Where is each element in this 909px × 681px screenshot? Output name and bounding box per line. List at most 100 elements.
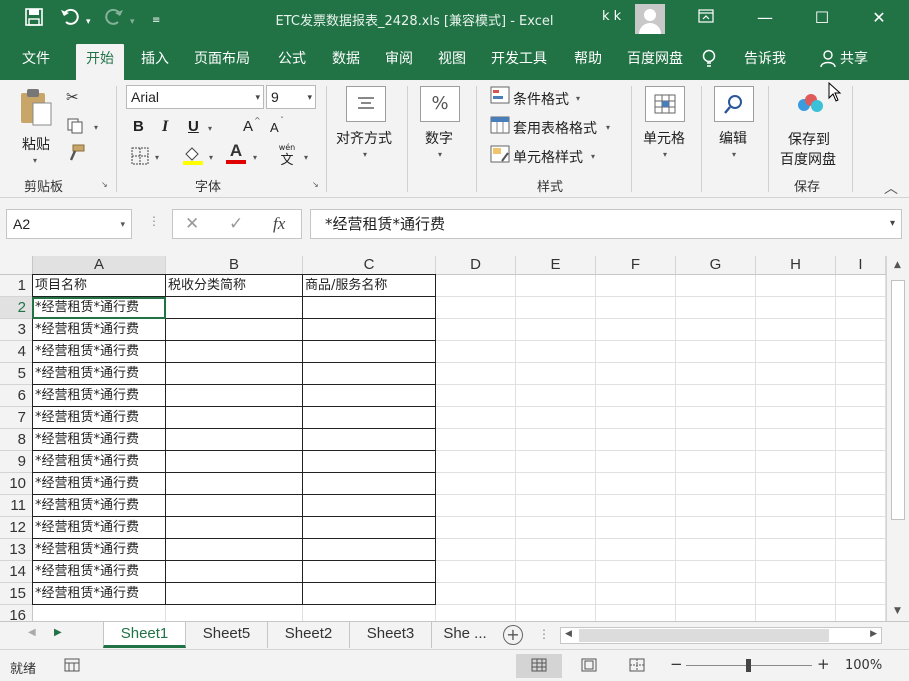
- cell[interactable]: [756, 539, 836, 561]
- cell[interactable]: [836, 297, 886, 319]
- cell[interactable]: [836, 275, 886, 297]
- shrink-font-button[interactable]: A: [270, 120, 279, 135]
- cell[interactable]: [436, 429, 516, 451]
- cell[interactable]: [516, 495, 596, 517]
- cell[interactable]: [836, 385, 886, 407]
- cell[interactable]: [676, 275, 756, 297]
- cell[interactable]: [303, 363, 436, 385]
- cell[interactable]: [303, 473, 436, 495]
- column-header-g[interactable]: G: [676, 256, 756, 275]
- user-name[interactable]: k k: [602, 9, 621, 24]
- tab-page-layout[interactable]: 页面布局: [184, 38, 260, 80]
- row-header[interactable]: 7: [0, 407, 33, 429]
- cell[interactable]: [756, 473, 836, 495]
- cell[interactable]: [756, 451, 836, 473]
- alignment-button[interactable]: 对齐方式: [336, 128, 392, 148]
- cell[interactable]: [516, 517, 596, 539]
- cell[interactable]: [756, 275, 836, 297]
- cell[interactable]: [166, 297, 303, 319]
- cell[interactable]: [836, 319, 886, 341]
- sheet-tab-sheet3[interactable]: Sheet3: [350, 622, 432, 648]
- cell[interactable]: [676, 297, 756, 319]
- phonetic-guide-button[interactable]: wén 文: [278, 143, 296, 168]
- cell[interactable]: [166, 495, 303, 517]
- cell[interactable]: [166, 561, 303, 583]
- table-cell[interactable]: *经营租赁*通行费: [32, 407, 166, 429]
- insert-function-button[interactable]: fx: [273, 214, 285, 234]
- formula-bar-handle-icon[interactable]: ⋮: [148, 214, 160, 228]
- tab-help[interactable]: 帮助: [564, 38, 612, 80]
- person-icon[interactable]: [820, 38, 836, 80]
- scroll-left-icon[interactable]: ◀: [565, 629, 572, 639]
- scroll-right-icon[interactable]: ▶: [870, 629, 877, 639]
- cell[interactable]: [836, 583, 886, 605]
- table-cell[interactable]: *经营租赁*通行费: [32, 385, 166, 407]
- row-header[interactable]: 11: [0, 495, 33, 517]
- cell[interactable]: [596, 495, 676, 517]
- format-as-table-dropdown-icon[interactable]: ▾: [606, 123, 610, 132]
- cell[interactable]: [756, 517, 836, 539]
- row-header[interactable]: 8: [0, 429, 33, 451]
- font-color-dropdown-icon[interactable]: ▾: [253, 153, 257, 162]
- cell[interactable]: [836, 517, 886, 539]
- cell[interactable]: [303, 297, 436, 319]
- cell[interactable]: [436, 275, 516, 297]
- tab-review[interactable]: 审阅: [375, 38, 423, 80]
- tab-formulas[interactable]: 公式: [268, 38, 316, 80]
- cell[interactable]: [303, 429, 436, 451]
- table-cell[interactable]: *经营租赁*通行费: [32, 341, 166, 363]
- font-name-select[interactable]: Arial ▾: [126, 85, 264, 109]
- cell[interactable]: [596, 517, 676, 539]
- vertical-scroll-thumb[interactable]: [891, 280, 905, 520]
- row-header[interactable]: 5: [0, 363, 33, 385]
- cell[interactable]: [596, 297, 676, 319]
- bold-button[interactable]: B: [133, 118, 144, 135]
- prev-sheet-icon[interactable]: ◀: [28, 627, 36, 638]
- column-header-c[interactable]: C: [303, 256, 436, 275]
- tab-file[interactable]: 文件: [12, 38, 60, 80]
- cell[interactable]: [436, 407, 516, 429]
- cell[interactable]: [166, 451, 303, 473]
- table-cell[interactable]: *经营租赁*通行费: [32, 451, 166, 473]
- fill-color-dropdown-icon[interactable]: ▾: [209, 153, 213, 162]
- editing-button[interactable]: 编辑: [719, 128, 747, 148]
- table-cell[interactable]: *经营租赁*通行费: [32, 429, 166, 451]
- italic-button[interactable]: I: [162, 118, 168, 136]
- cell[interactable]: [676, 319, 756, 341]
- underline-dropdown-icon[interactable]: ▾: [208, 124, 212, 133]
- cell[interactable]: [516, 407, 596, 429]
- column-header-i[interactable]: I: [836, 256, 886, 275]
- cell[interactable]: [303, 495, 436, 517]
- horizontal-scroll-thumb[interactable]: [579, 629, 829, 642]
- sheet-tab-sheet1[interactable]: Sheet1: [103, 622, 186, 648]
- cell[interactable]: [516, 341, 596, 363]
- borders-dropdown-icon[interactable]: ▾: [155, 153, 159, 162]
- cell[interactable]: [516, 363, 596, 385]
- cell[interactable]: [676, 605, 756, 621]
- cell[interactable]: [676, 561, 756, 583]
- baidu-netdisk-icon[interactable]: [795, 92, 825, 118]
- cell[interactable]: [33, 605, 166, 621]
- row-header[interactable]: 14: [0, 561, 33, 583]
- cell[interactable]: [303, 407, 436, 429]
- cell[interactable]: [303, 561, 436, 583]
- cell[interactable]: [756, 363, 836, 385]
- cell[interactable]: [596, 605, 676, 621]
- table-cell[interactable]: *经营租赁*通行费: [32, 561, 166, 583]
- save-to-netdisk-line2[interactable]: 百度网盘: [780, 149, 836, 169]
- header-cell[interactable]: 商品/服务名称: [303, 274, 436, 297]
- cell[interactable]: [436, 363, 516, 385]
- active-cell[interactable]: *经营租赁*通行费: [32, 297, 166, 319]
- cell[interactable]: [756, 495, 836, 517]
- cell[interactable]: [166, 583, 303, 605]
- table-cell[interactable]: *经营租赁*通行费: [32, 539, 166, 561]
- table-cell[interactable]: *经营租赁*通行费: [32, 495, 166, 517]
- cell[interactable]: [436, 561, 516, 583]
- cell-styles-dropdown-icon[interactable]: ▾: [591, 152, 595, 161]
- row-header[interactable]: 9: [0, 451, 33, 473]
- cell[interactable]: [516, 385, 596, 407]
- zoom-in-button[interactable]: +: [817, 655, 830, 673]
- phonetic-dropdown-icon[interactable]: ▾: [304, 153, 308, 162]
- sheet-tab-sheet2[interactable]: Sheet2: [268, 622, 350, 648]
- column-header-b[interactable]: B: [166, 256, 303, 275]
